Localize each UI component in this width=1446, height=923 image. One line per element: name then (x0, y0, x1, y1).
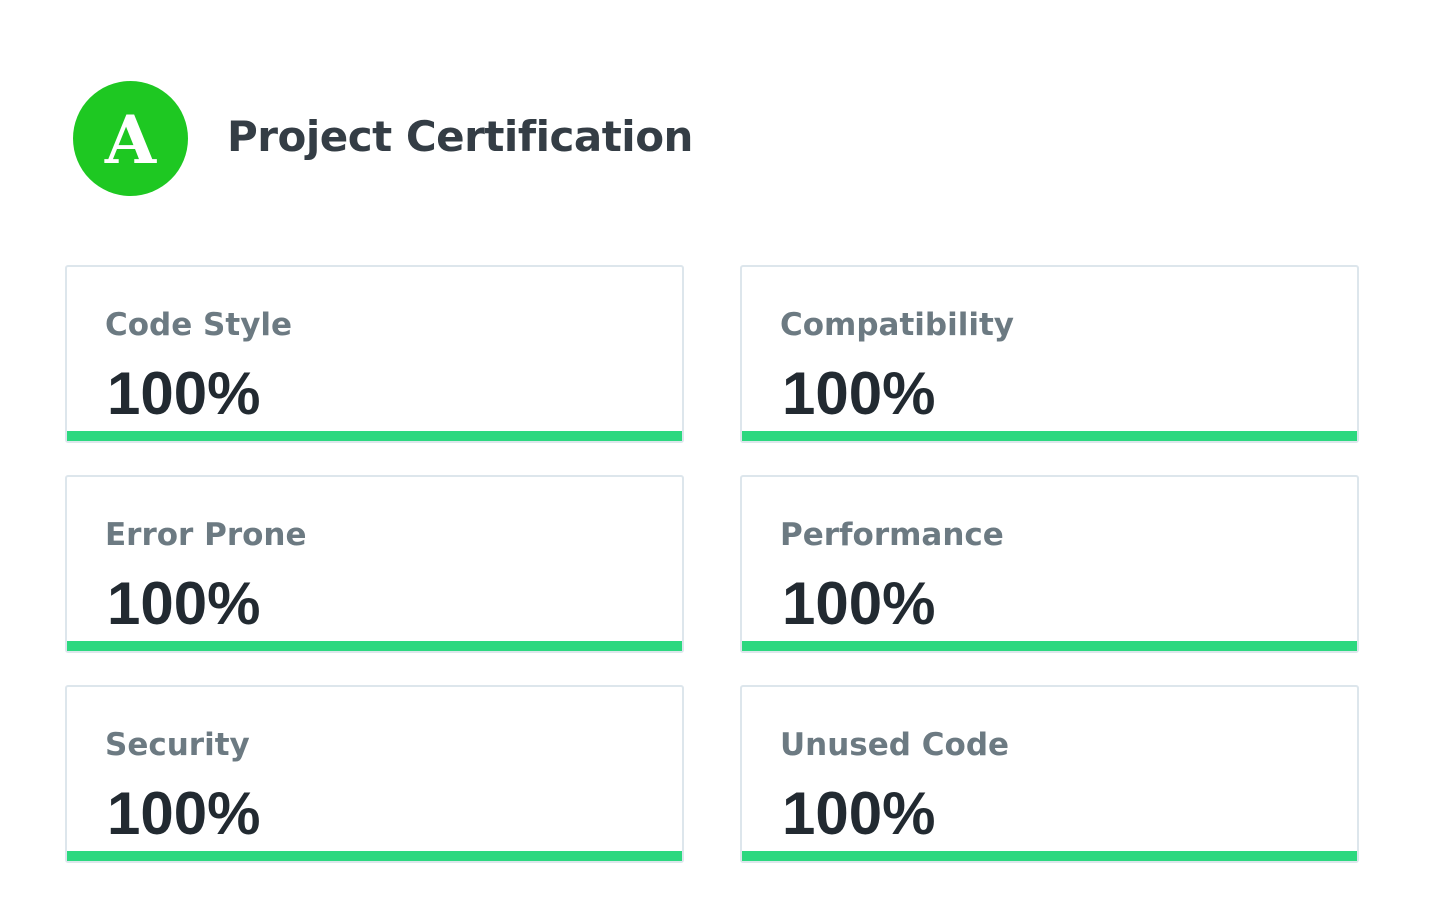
metric-card-security: Security 100% (65, 685, 684, 863)
metric-value: 100% (782, 570, 936, 637)
metric-label: Performance (780, 517, 1004, 553)
metric-value: 100% (107, 360, 261, 427)
metric-card-code-style: Code Style 100% (65, 265, 684, 443)
progress-bar (67, 641, 682, 651)
progress-bar (742, 641, 1357, 651)
metric-value: 100% (782, 360, 936, 427)
metric-card-error-prone: Error Prone 100% (65, 475, 684, 653)
metric-label: Error Prone (105, 517, 307, 553)
grade-letter: A (104, 100, 157, 179)
metric-label: Compatibility (780, 307, 1014, 343)
metric-label: Unused Code (780, 727, 1010, 763)
metric-card-compatibility: Compatibility 100% (740, 265, 1359, 443)
metric-card-performance: Performance 100% (740, 475, 1359, 653)
page-title: Project Certification (227, 112, 693, 161)
metric-value: 100% (782, 780, 936, 847)
metric-label: Security (105, 727, 250, 763)
progress-bar (742, 851, 1357, 861)
metric-card-unused-code: Unused Code 100% (740, 685, 1359, 863)
progress-bar (67, 851, 682, 861)
metric-value: 100% (107, 570, 261, 637)
progress-bar (742, 431, 1357, 441)
progress-bar (67, 431, 682, 441)
grade-badge: A (73, 81, 188, 196)
metric-label: Code Style (105, 307, 293, 343)
metric-value: 100% (107, 780, 261, 847)
